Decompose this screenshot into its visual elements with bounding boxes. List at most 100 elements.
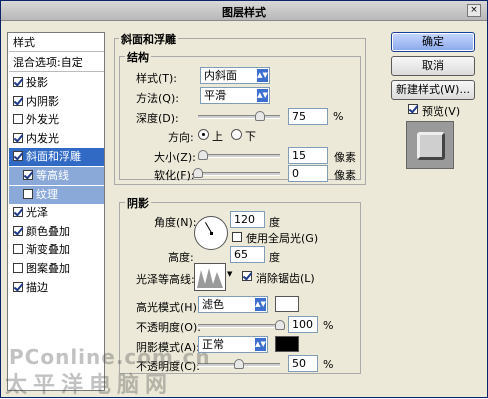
antialias-label: 消除锯齿(L) — [256, 272, 315, 285]
shadow-opacity-label: 不透明度(C): — [136, 360, 200, 373]
style-item-label: 投影 — [26, 76, 48, 89]
style-item-checkbox[interactable] — [13, 114, 23, 125]
highlight-opacity-slider[interactable] — [198, 320, 285, 330]
highlight-opacity-unit: % — [323, 319, 334, 332]
style-item[interactable]: 纹理 — [9, 185, 104, 204]
shadow-mode-value: 正常 — [202, 338, 224, 351]
style-item[interactable]: 内发光 — [9, 130, 104, 148]
new-style-button[interactable]: 新建样式(W)... — [391, 80, 475, 100]
shadow-opacity-thumb[interactable] — [234, 359, 244, 369]
structure-title: 结构 — [125, 49, 151, 65]
soften-slider[interactable] — [193, 168, 280, 178]
highlight-mode-value: 滤色 — [202, 298, 224, 311]
style-item-checkbox[interactable] — [13, 225, 23, 236]
ok-button[interactable]: 确定 — [391, 32, 475, 52]
style-item-label: 光泽 — [26, 206, 48, 220]
style-item-label: 颜色叠加 — [26, 224, 70, 238]
direction-up-radio[interactable] — [198, 129, 209, 140]
antialias-checkbox[interactable] — [242, 271, 252, 281]
style-item-checkbox[interactable] — [23, 170, 33, 180]
technique-label: 方法(Q): — [136, 92, 179, 105]
chevron-updown-icon: ▲▼ — [255, 298, 266, 311]
angle-dial-needle — [205, 222, 212, 233]
chevron-updown-icon: ▲▼ — [257, 89, 268, 102]
style-item-label: 内阴影 — [26, 94, 59, 108]
size-slider-thumb[interactable] — [197, 150, 208, 160]
chevron-updown-icon: ▲▼ — [255, 338, 266, 351]
style-item-label: 描边 — [26, 280, 48, 294]
style-item-checkbox[interactable] — [13, 281, 23, 292]
soften-unit: 像素 — [334, 169, 356, 182]
style-item[interactable]: 颜色叠加 — [9, 223, 104, 241]
style-item-checkbox[interactable] — [13, 132, 23, 143]
style-item[interactable]: 外发光 — [9, 111, 104, 129]
angle-dial[interactable] — [194, 216, 228, 250]
style-item-checkbox[interactable] — [13, 151, 23, 162]
style-item[interactable]: 等高线 — [9, 167, 104, 185]
shadow-opacity-slider[interactable] — [198, 359, 280, 369]
technique-select-value: 平滑 — [204, 89, 226, 102]
technique-select[interactable]: 平滑 ▲▼ — [200, 87, 270, 104]
size-slider[interactable] — [197, 150, 280, 160]
style-item[interactable]: 投影 — [9, 74, 104, 92]
style-item-checkbox[interactable] — [13, 77, 23, 87]
gloss-contour-chevron-icon[interactable]: ▼ — [227, 270, 232, 278]
chevron-updown-icon: ▲▼ — [257, 69, 268, 82]
style-item-checkbox[interactable] — [13, 244, 23, 255]
blending-options-item[interactable]: 混合选项:自定 — [9, 54, 104, 72]
style-item[interactable]: 渐变叠加 — [9, 241, 104, 259]
angle-unit: 度 — [269, 216, 280, 229]
depth-unit: % — [333, 110, 344, 123]
style-item[interactable]: 内阴影 — [9, 93, 104, 111]
style-item[interactable]: 斜面和浮雕 — [9, 148, 104, 167]
style-item-checkbox[interactable] — [23, 188, 33, 199]
style-preview — [406, 121, 454, 169]
soften-input[interactable]: 0 — [288, 165, 328, 182]
depth-slider[interactable] — [198, 111, 280, 121]
shadow-color-swatch[interactable] — [275, 336, 299, 352]
styles-list: 样式 混合选项:自定 投影内阴影外发光内发光斜面和浮雕等高线纹理光泽颜色叠加渐变… — [7, 32, 105, 391]
style-label: 样式(T): — [136, 72, 178, 85]
layer-style-dialog: 图层样式 × 样式 混合选项:自定 投影内阴影外发光内发光斜面和浮雕等高线纹理光… — [0, 0, 488, 398]
shadow-opacity-input[interactable]: 50 — [288, 355, 318, 372]
highlight-opacity-thumb[interactable] — [275, 320, 285, 330]
style-item-label: 内发光 — [26, 131, 59, 145]
altitude-input[interactable]: 65 — [230, 246, 265, 263]
highlight-opacity-input[interactable]: 100 — [288, 316, 318, 333]
style-item-label: 等高线 — [36, 169, 69, 182]
depth-label: 深度(D): — [136, 112, 179, 125]
style-item-checkbox[interactable] — [13, 207, 23, 218]
style-item[interactable]: 光泽 — [9, 204, 104, 222]
cancel-button[interactable]: 取消 — [391, 56, 475, 76]
shading-title: 阴影 — [125, 195, 151, 211]
size-input[interactable]: 15 — [288, 147, 328, 164]
soften-slider-thumb[interactable] — [193, 168, 203, 178]
highlight-opacity-label: 不透明度(O): — [136, 321, 201, 334]
style-item-checkbox[interactable] — [13, 263, 23, 273]
shadow-mode-select[interactable]: 正常 ▲▼ — [198, 336, 268, 353]
altitude-unit: 度 — [269, 251, 280, 264]
style-item[interactable]: 描边 — [9, 279, 104, 297]
direction-down-radio[interactable] — [231, 129, 242, 140]
gloss-contour-preview[interactable] — [194, 263, 226, 291]
highlight-mode-select[interactable]: 滤色 ▲▼ — [198, 296, 268, 313]
styles-header[interactable]: 样式 — [9, 34, 104, 52]
shadow-mode-label: 阴影模式(A): — [136, 341, 200, 354]
style-item[interactable]: 图案叠加 — [9, 260, 104, 278]
global-light-checkbox[interactable] — [232, 232, 242, 242]
preview-bevel-shape — [417, 132, 445, 160]
preview-checkbox[interactable] — [408, 104, 418, 114]
depth-input[interactable]: 75 — [288, 108, 328, 125]
angle-label: 角度(N): — [154, 216, 197, 229]
direction-up-label: 上 — [212, 130, 223, 143]
angle-input[interactable]: 120 — [230, 211, 265, 228]
title-bar: 图层样式 × — [1, 1, 487, 21]
close-button[interactable]: × — [467, 4, 481, 17]
style-select[interactable]: 内斜面 ▲▼ — [200, 67, 270, 84]
highlight-color-swatch[interactable] — [275, 296, 299, 312]
depth-slider-thumb[interactable] — [254, 111, 265, 121]
soften-label: 软化(F): — [154, 169, 195, 182]
style-item-checkbox[interactable] — [13, 95, 23, 106]
style-item-label: 渐变叠加 — [26, 243, 70, 257]
altitude-label: 高度: — [168, 251, 194, 264]
